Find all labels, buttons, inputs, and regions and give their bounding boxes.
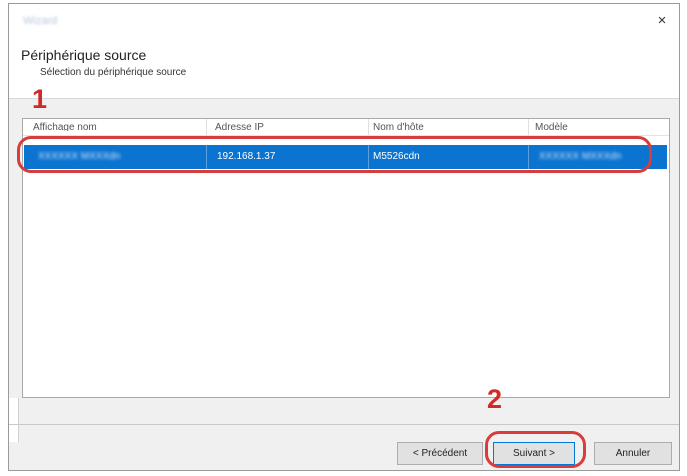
step-2-marker: 2 [487,384,503,414]
wizard-header: Périphérique source Sélection du périphé… [9,40,679,99]
back-button[interactable]: < Précédent [397,442,483,465]
step-1-marker: 1 [32,84,48,114]
list-header: Affichage nom Adresse IP Nom d'hôte Modè… [23,119,669,136]
page-subtitle: Sélection du périphérique source [40,67,187,78]
window-title: Wizard [23,15,58,27]
wizard-window: Wizard × Périphérique source Sélection d… [8,3,680,471]
column-separator[interactable] [206,119,207,135]
column-header-model[interactable]: Modèle [535,121,665,131]
row-highlight-ring [17,136,652,173]
page-title: Périphérique source [21,47,147,63]
footer-divider [9,424,679,425]
column-header-hostname[interactable]: Nom d'hôte [373,121,523,131]
title-bar: Wizard × [9,4,679,40]
column-separator[interactable] [368,119,369,135]
cancel-button[interactable]: Annuler [594,442,672,465]
column-header-ip[interactable]: Adresse IP [215,121,365,131]
next-button-highlight-ring [485,431,586,468]
close-icon[interactable]: × [651,10,673,32]
left-edge-panel [9,398,19,442]
column-header-display-name[interactable]: Affichage nom [33,121,203,131]
column-separator[interactable] [528,119,529,135]
